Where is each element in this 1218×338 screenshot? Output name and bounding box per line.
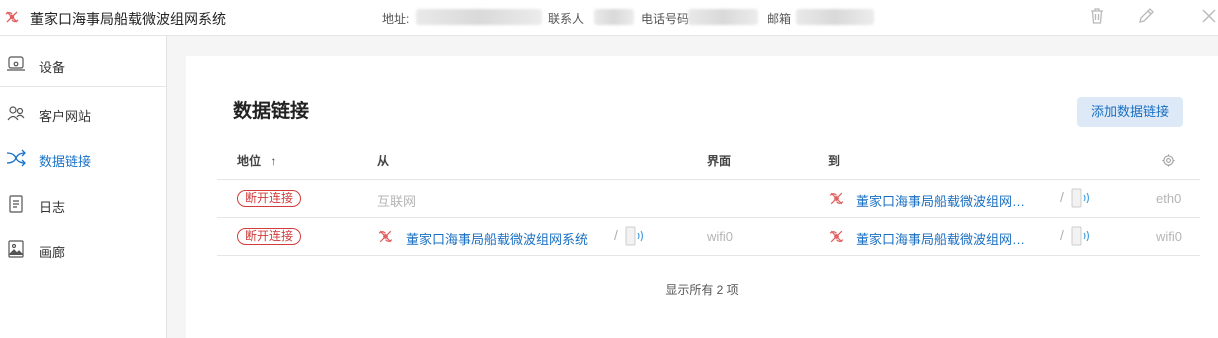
data-links-card: 数据链接 添加数据链接 地位 ↑ 从 界面 到 断开连接 互联网 董家口海事局船… bbox=[186, 56, 1218, 338]
main-area: 数据链接 添加数据链接 地位 ↑ 从 界面 到 断开连接 互联网 董家口海事局船… bbox=[167, 36, 1218, 338]
sidebar-item-log[interactable]: 日志 bbox=[0, 181, 166, 227]
contact-redacted bbox=[594, 9, 634, 25]
shuffle-link-icon bbox=[6, 149, 26, 167]
access-point-icon bbox=[1071, 226, 1090, 246]
contact-label: 联系人 bbox=[548, 12, 585, 26]
email-label: 邮箱 bbox=[767, 12, 792, 26]
separator-slash: / bbox=[1060, 189, 1064, 205]
to-device-link[interactable]: 董家口海事局船载微波组网… bbox=[856, 191, 1025, 210]
status-badge: 断开连接 bbox=[237, 190, 301, 207]
sidebar: 设备 客户网站 数据链接 日志 画廊 bbox=[0, 36, 167, 338]
separator-slash: / bbox=[1060, 227, 1064, 243]
column-header-from[interactable]: 从 bbox=[377, 152, 389, 169]
close-icon[interactable] bbox=[1199, 6, 1218, 26]
gallery-icon bbox=[8, 240, 24, 258]
gear-icon[interactable] bbox=[1162, 154, 1175, 167]
to-interface-label: eth0 bbox=[1156, 191, 1182, 206]
sidebar-item-label: 画廊 bbox=[39, 245, 66, 260]
column-header-label: 地位 bbox=[237, 154, 262, 168]
access-point-icon bbox=[625, 226, 644, 246]
column-header-to[interactable]: 到 bbox=[828, 152, 840, 169]
from-interface-label: wifi0 bbox=[707, 229, 734, 244]
item-count-text: 显示所有 2 项 bbox=[665, 283, 739, 297]
to-interface-label: wifi0 bbox=[1156, 229, 1183, 244]
device-node-icon bbox=[829, 192, 844, 205]
network-site-icon bbox=[7, 106, 25, 121]
top-bar: 董家口海事局船载微波组网系统 地址: 联系人 电话号码 邮箱 bbox=[0, 0, 1218, 36]
device-node-icon bbox=[829, 230, 844, 243]
separator-slash: / bbox=[614, 227, 618, 243]
app-title: 董家口海事局船载微波组网系统 bbox=[30, 11, 226, 27]
access-point-icon bbox=[1071, 188, 1090, 208]
header-divider bbox=[217, 179, 1200, 180]
phone-redacted bbox=[688, 9, 758, 25]
column-header-interface[interactable]: 界面 bbox=[707, 152, 731, 169]
pencil-icon[interactable] bbox=[1136, 6, 1156, 26]
to-device-link[interactable]: 董家口海事局船载微波组网… bbox=[856, 229, 1025, 248]
sidebar-item-device[interactable]: 设备 bbox=[0, 41, 166, 87]
from-device-label: 互联网 bbox=[377, 194, 417, 209]
logo-icon bbox=[5, 11, 19, 23]
sidebar-item-label: 日志 bbox=[39, 200, 66, 215]
device-icon bbox=[7, 56, 25, 71]
row-divider bbox=[217, 255, 1200, 256]
page-title: 数据链接 bbox=[233, 101, 310, 122]
address-redacted bbox=[416, 9, 542, 25]
column-header-status[interactable]: 地位 ↑ bbox=[237, 152, 276, 169]
address-label: 地址: bbox=[382, 12, 410, 26]
phone-label: 电话号码 bbox=[641, 12, 690, 26]
device-node-icon bbox=[378, 230, 393, 243]
add-data-link-button[interactable]: 添加数据链接 bbox=[1077, 97, 1183, 127]
from-device-link[interactable]: 董家口海事局船载微波组网系统 bbox=[406, 229, 588, 248]
sidebar-item-customer-site[interactable]: 客户网站 bbox=[0, 90, 166, 136]
sidebar-item-label: 设备 bbox=[39, 60, 66, 75]
sidebar-item-gallery[interactable]: 画廊 bbox=[0, 226, 166, 272]
sidebar-item-label: 数据链接 bbox=[39, 154, 92, 169]
sort-ascending-icon: ↑ bbox=[270, 154, 277, 168]
sidebar-item-label: 客户网站 bbox=[39, 109, 92, 124]
status-badge: 断开连接 bbox=[237, 228, 301, 245]
row-divider bbox=[217, 217, 1200, 218]
sidebar-item-data-links[interactable]: 数据链接 bbox=[0, 135, 166, 181]
email-redacted bbox=[796, 9, 874, 25]
log-icon bbox=[9, 195, 23, 213]
trash-icon[interactable] bbox=[1087, 6, 1107, 26]
